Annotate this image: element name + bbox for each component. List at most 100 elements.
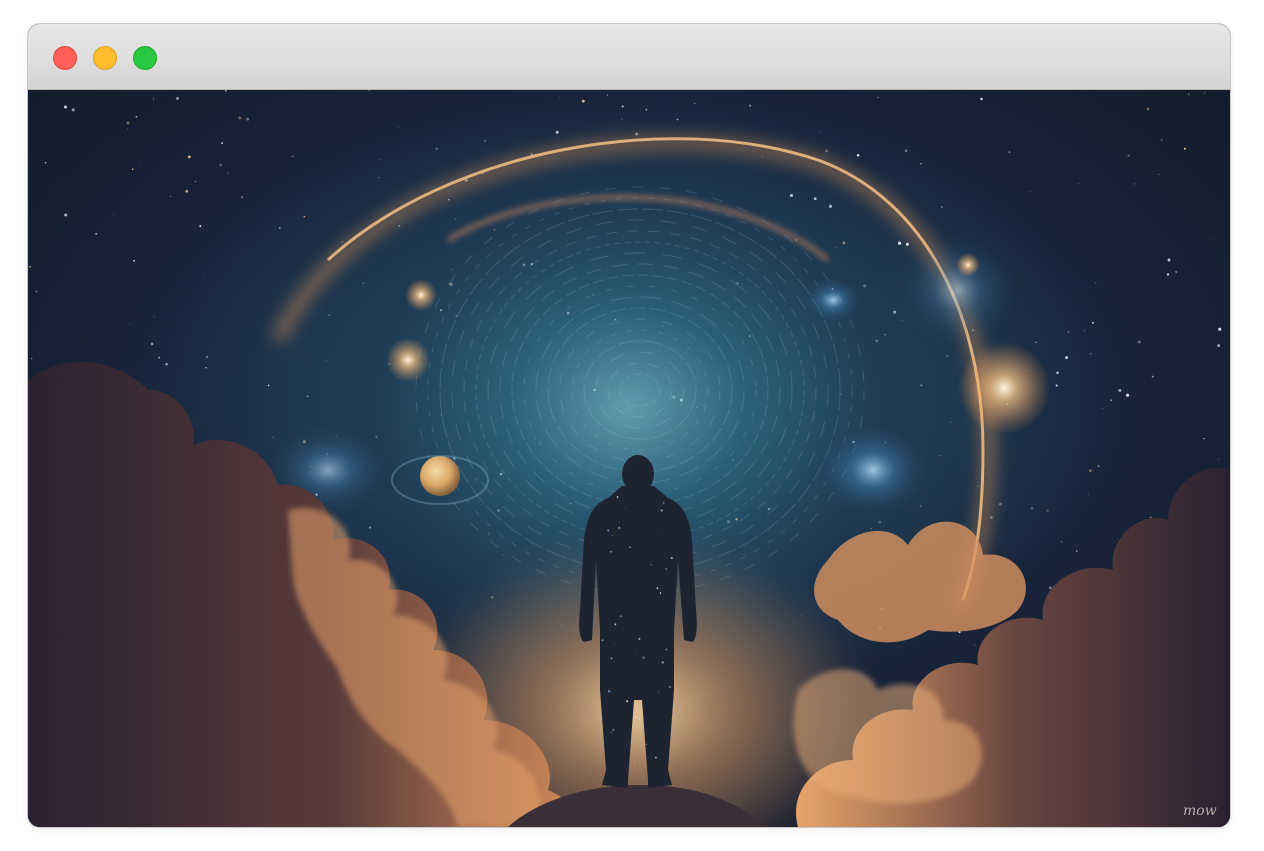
star bbox=[238, 116, 242, 120]
star bbox=[341, 241, 344, 243]
star bbox=[1055, 384, 1058, 387]
star bbox=[219, 163, 222, 167]
suit-sparkle bbox=[636, 709, 638, 711]
star bbox=[195, 181, 196, 182]
star bbox=[1137, 340, 1141, 344]
star bbox=[187, 155, 191, 159]
star bbox=[44, 162, 47, 164]
star bbox=[1160, 139, 1163, 141]
suit-sparkle bbox=[629, 546, 631, 548]
nebula-right bbox=[818, 425, 928, 515]
suit-sparkle bbox=[658, 534, 660, 536]
star bbox=[1210, 237, 1211, 239]
star bbox=[126, 121, 130, 125]
star bbox=[221, 142, 224, 145]
star bbox=[1048, 586, 1052, 590]
suit-sparkle bbox=[663, 502, 665, 504]
star bbox=[1030, 507, 1034, 510]
star bbox=[169, 195, 172, 198]
star bbox=[1090, 352, 1092, 355]
star bbox=[1126, 393, 1130, 397]
star bbox=[1134, 183, 1136, 185]
artist-signature: mow bbox=[1183, 803, 1217, 819]
star bbox=[559, 97, 560, 99]
star bbox=[1030, 191, 1032, 193]
suit-sparkle bbox=[614, 623, 617, 626]
star bbox=[1097, 465, 1100, 468]
star bbox=[278, 226, 281, 229]
suit-sparkle bbox=[610, 551, 612, 553]
star bbox=[63, 105, 68, 109]
star bbox=[30, 357, 33, 360]
star bbox=[1127, 154, 1130, 157]
star bbox=[974, 644, 975, 646]
star bbox=[1149, 516, 1152, 519]
suit-sparkle bbox=[616, 496, 619, 498]
suit-sparkle bbox=[656, 587, 659, 589]
nebula-center bbox=[805, 278, 861, 322]
star bbox=[621, 105, 624, 108]
star bbox=[1056, 371, 1059, 375]
star bbox=[1204, 92, 1206, 94]
star bbox=[1042, 246, 1043, 247]
star bbox=[607, 94, 609, 96]
star bbox=[140, 164, 142, 166]
suit-sparkle bbox=[611, 534, 613, 536]
star bbox=[1218, 458, 1220, 460]
star bbox=[824, 149, 829, 153]
zoom-button[interactable] bbox=[133, 46, 157, 70]
star bbox=[378, 176, 380, 178]
star bbox=[303, 215, 306, 218]
star bbox=[272, 436, 274, 438]
suit-sparkle bbox=[633, 761, 635, 763]
suit-sparkle bbox=[660, 509, 663, 512]
planet bbox=[420, 456, 460, 496]
suit-sparkle bbox=[668, 685, 672, 689]
suit-sparkle bbox=[625, 744, 627, 746]
star bbox=[980, 97, 983, 101]
bright-star-mid bbox=[956, 253, 980, 277]
bright-star-right bbox=[958, 342, 1050, 434]
star bbox=[904, 149, 908, 153]
star bbox=[856, 153, 860, 157]
star bbox=[1110, 399, 1113, 402]
cosmic-portal-artwork: mow bbox=[28, 90, 1230, 827]
close-button[interactable] bbox=[53, 46, 77, 70]
star bbox=[1118, 389, 1122, 392]
suit-sparkle bbox=[601, 763, 602, 764]
star bbox=[1151, 375, 1154, 378]
minimize-button[interactable] bbox=[93, 46, 117, 70]
star bbox=[204, 273, 206, 275]
suit-sparkle bbox=[665, 568, 667, 570]
star bbox=[998, 502, 1002, 506]
suit-sparkle bbox=[612, 729, 614, 731]
star bbox=[64, 213, 68, 217]
star bbox=[129, 324, 130, 325]
star bbox=[1217, 344, 1221, 347]
star bbox=[1146, 107, 1150, 111]
star bbox=[1187, 93, 1190, 96]
star bbox=[95, 232, 98, 235]
star bbox=[1084, 330, 1085, 332]
title-bar[interactable] bbox=[28, 24, 1230, 90]
suit-sparkle bbox=[655, 756, 657, 759]
star bbox=[176, 97, 179, 100]
star bbox=[1067, 331, 1070, 333]
star bbox=[1088, 493, 1090, 495]
suit-sparkle bbox=[620, 615, 622, 617]
suit-sparkle bbox=[624, 507, 626, 508]
star bbox=[1076, 327, 1077, 329]
star bbox=[1095, 282, 1097, 284]
star bbox=[241, 196, 243, 198]
star bbox=[1065, 356, 1068, 359]
nebula-upper-right bbox=[898, 235, 1018, 345]
star bbox=[1078, 183, 1080, 184]
star bbox=[113, 213, 115, 215]
star bbox=[35, 290, 38, 293]
star bbox=[1046, 509, 1049, 512]
suit-sparkle bbox=[618, 526, 621, 529]
star bbox=[1089, 469, 1092, 472]
star bbox=[1227, 97, 1229, 99]
star bbox=[398, 126, 399, 128]
suit-sparkle bbox=[657, 690, 660, 693]
